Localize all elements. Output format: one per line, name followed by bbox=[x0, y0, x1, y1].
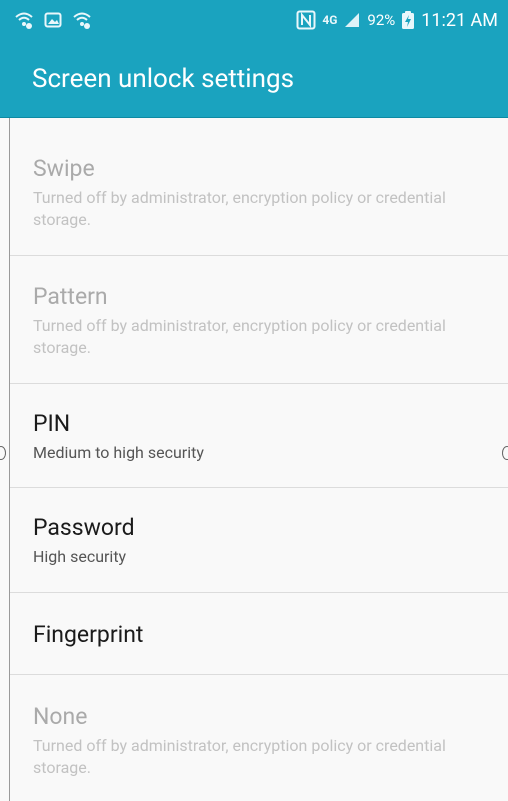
app-bar: Screen unlock settings bbox=[0, 40, 508, 118]
4g-icon: 4G bbox=[322, 13, 338, 27]
option-description: Medium to high security bbox=[33, 443, 204, 462]
wifi-icon bbox=[14, 11, 34, 29]
status-right-icons: 4G 92% 11:21 AM bbox=[296, 10, 498, 31]
option-none: None Turned off by administrator, encryp… bbox=[10, 675, 508, 795]
option-description: Turned off by administrator, encryption … bbox=[33, 188, 446, 229]
signal-icon bbox=[343, 11, 361, 29]
status-time: 11:21 AM bbox=[421, 9, 498, 31]
option-title: PIN bbox=[33, 410, 71, 437]
gallery-notification-icon bbox=[44, 11, 62, 29]
status-left-icons bbox=[14, 11, 92, 29]
option-description: High security bbox=[33, 547, 127, 566]
option-fingerprint[interactable]: Fingerprint bbox=[10, 593, 508, 675]
page-title: Screen unlock settings bbox=[32, 63, 294, 94]
option-swipe: Swipe Turned off by administrator, encry… bbox=[10, 118, 508, 256]
nfc-icon bbox=[296, 10, 316, 30]
battery-percentage: 92% bbox=[367, 11, 396, 29]
wifi-calling-icon bbox=[72, 11, 92, 29]
edge-handle-right bbox=[502, 446, 508, 460]
status-bar: 4G 92% 11:21 AM bbox=[0, 0, 508, 40]
option-pattern: Pattern Turned off by administrator, enc… bbox=[10, 256, 508, 384]
option-title: Swipe bbox=[33, 155, 95, 182]
option-title: Pattern bbox=[33, 283, 108, 310]
unlock-options-list: Swipe Turned off by administrator, encry… bbox=[9, 118, 508, 801]
option-password[interactable]: Password High security bbox=[10, 488, 508, 593]
option-title: Password bbox=[33, 514, 135, 541]
option-description: Turned off by administrator, encryption … bbox=[33, 316, 446, 357]
screen: 4G 92% 11:21 AM Screen unlock settings S… bbox=[0, 0, 508, 801]
option-description: Turned off by administrator, encryption … bbox=[33, 736, 446, 777]
edge-handle-left bbox=[0, 446, 6, 460]
battery-charging-icon bbox=[401, 10, 415, 30]
option-pin[interactable]: PIN Medium to high security bbox=[10, 384, 508, 488]
option-title: Fingerprint bbox=[33, 621, 144, 648]
option-title: None bbox=[33, 703, 88, 730]
